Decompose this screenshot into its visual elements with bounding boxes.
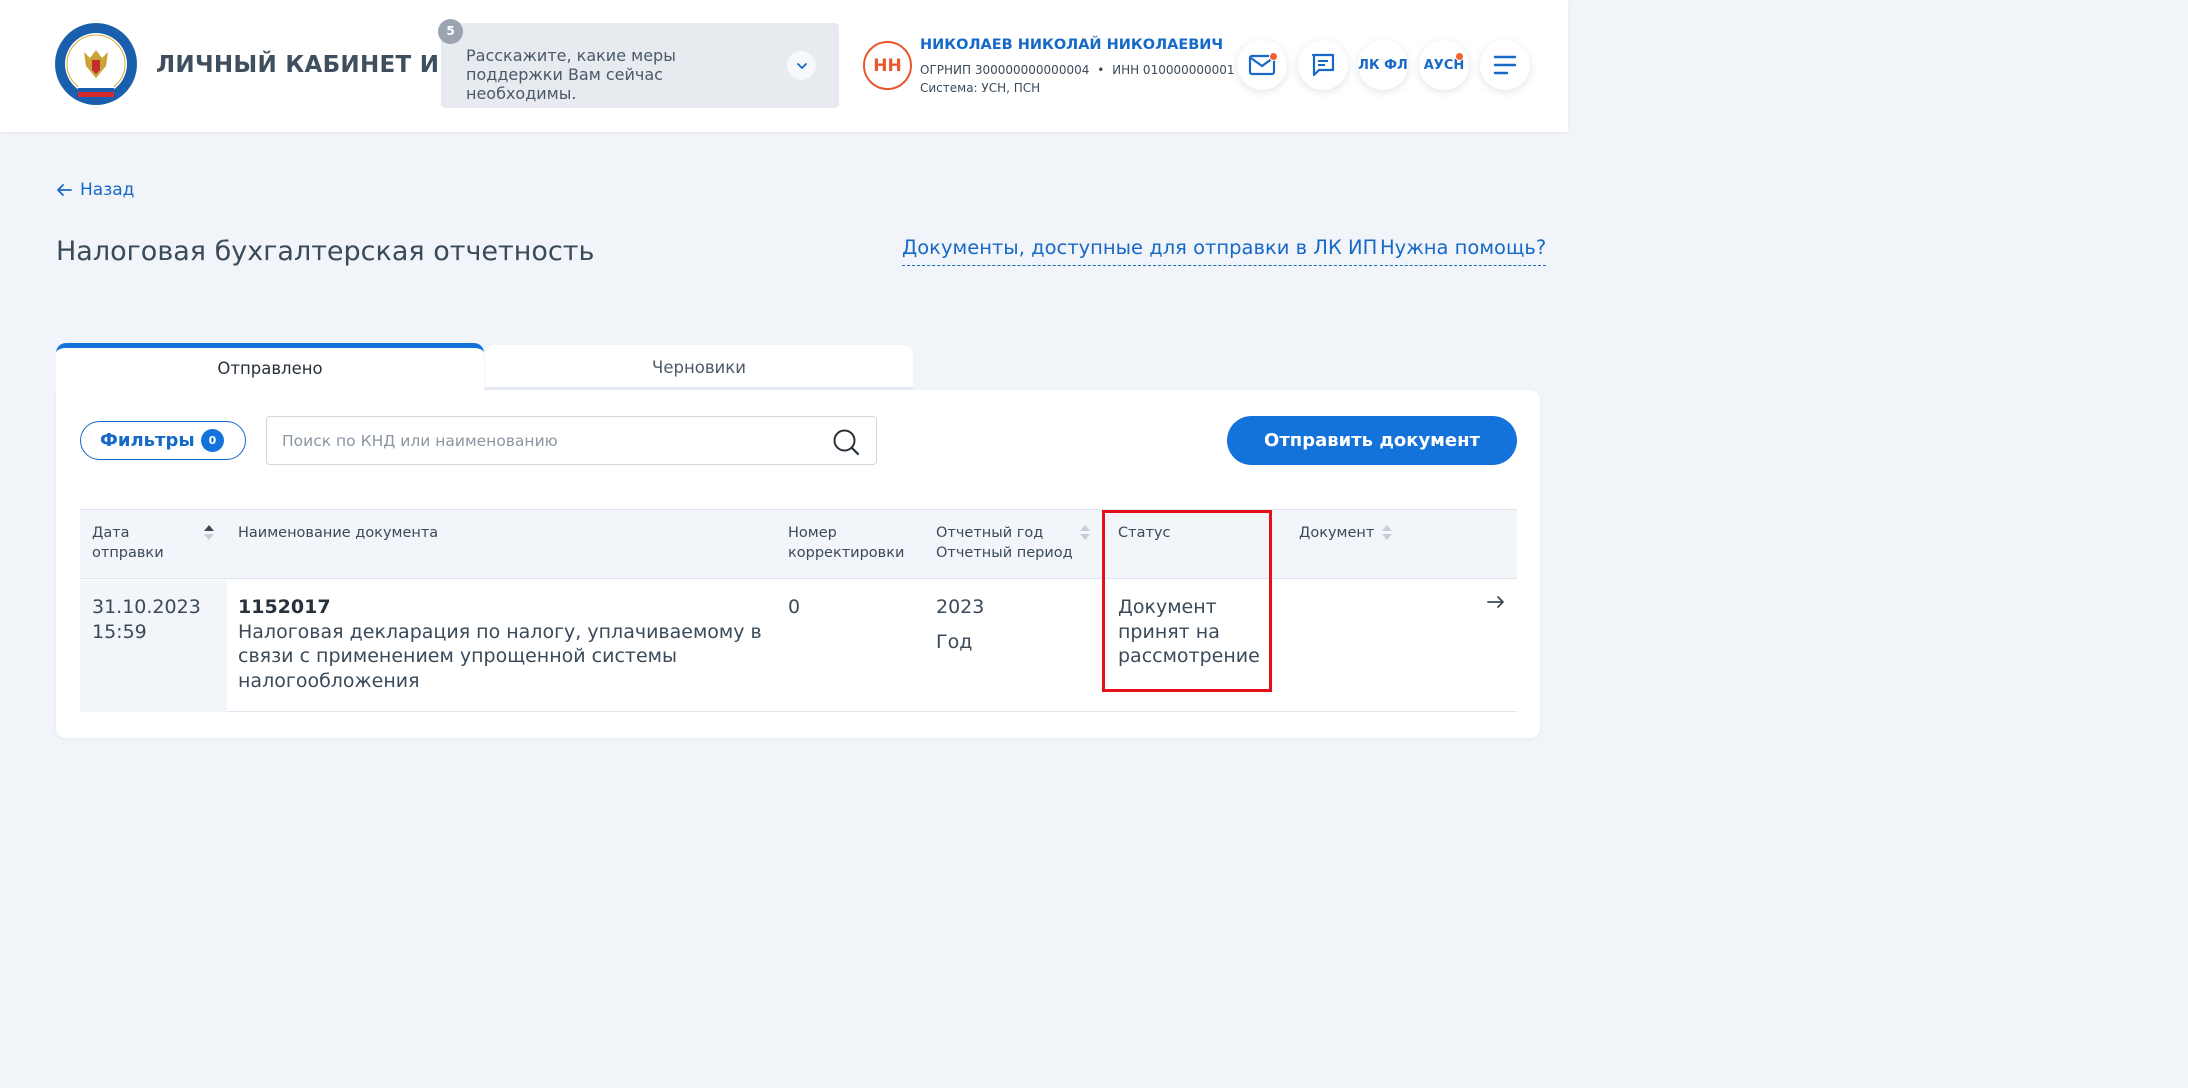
send-date-cell: 31.10.2023 15:59: [92, 595, 201, 644]
ausn-notification-dot: [1455, 52, 1464, 61]
menu-icon: [1493, 55, 1517, 75]
column-header-line: Дата: [92, 525, 130, 541]
column-header-correction-number: Номер корректировки: [788, 523, 904, 563]
tab-drafts[interactable]: Черновики: [485, 345, 913, 390]
column-header-line: Наименование документа: [238, 525, 439, 541]
document-name-line: связи с применением упрощенной системы: [238, 645, 677, 667]
filters-count-badge: 0: [201, 429, 224, 452]
send-date: 31.10.2023: [92, 596, 201, 618]
sort-document-icon[interactable]: [1382, 525, 1392, 543]
id-separator: •: [1097, 63, 1105, 77]
reporting-year: 2023: [936, 596, 985, 618]
status-cell: Документ принят на рассмотрение: [1118, 595, 1260, 669]
search-input[interactable]: [282, 429, 822, 453]
send-time: 15:59: [92, 620, 147, 643]
reporting-period-cell: 2023 Год: [936, 595, 984, 654]
chat-icon: [1311, 53, 1335, 77]
document-name-line: налогообложения: [238, 669, 420, 692]
ausn-button[interactable]: АУСН: [1419, 40, 1469, 90]
survey-counter-badge: 5: [438, 19, 463, 44]
document-name-cell: 1152017 Налоговая декларация по налогу, …: [238, 595, 762, 693]
column-header-send-date[interactable]: Дата отправки: [92, 523, 164, 563]
mail-button[interactable]: [1237, 40, 1287, 90]
status-line: Документ: [1118, 596, 1217, 618]
filters-button[interactable]: Фильтры 0: [80, 421, 246, 460]
search-icon[interactable]: [832, 428, 860, 456]
messages-button[interactable]: [1298, 40, 1348, 90]
column-header-status: Статус: [1118, 523, 1170, 543]
search-box: [266, 416, 877, 465]
column-header-line: Документ: [1299, 525, 1375, 541]
fns-emblem-logo[interactable]: [54, 22, 138, 106]
user-name[interactable]: НИКОЛАЕВ НИКОЛАЙ НИКОЛАЕВИЧ: [920, 37, 1223, 53]
correction-number-cell: 0: [788, 596, 801, 618]
column-header-document[interactable]: Документ: [1299, 523, 1374, 543]
need-help-link[interactable]: Нужна помощь?: [1380, 236, 1547, 266]
tab-sent[interactable]: Отправлено: [56, 343, 484, 393]
status-line: принят на: [1118, 620, 1220, 643]
knd-code: 1152017: [238, 596, 331, 618]
reporting-period: Год: [936, 630, 973, 653]
survey-text: Расскажите, какие меры поддержки Вам сей…: [466, 46, 676, 103]
page-title: Налоговая бухгалтерская отчетность: [56, 236, 595, 267]
back-label: Назад: [80, 180, 135, 200]
mail-notification-dot: [1269, 52, 1278, 61]
lk-fl-label: ЛК ФЛ: [1358, 57, 1408, 73]
inn-value: ИНН 010000000001: [1112, 63, 1235, 77]
app-title: ЛИЧНЫЙ КАБИНЕТ ИП: [156, 52, 459, 78]
user-identifiers: ОГРНИП 300000000000004 • ИНН 01000000000…: [920, 63, 1235, 77]
column-header-line: отправки: [92, 545, 164, 561]
column-header-line: Отчетный период: [936, 545, 1073, 561]
sort-date-icon[interactable]: [204, 525, 214, 543]
tax-system: Система: УСН, ПСН: [920, 81, 1041, 95]
filters-label: Фильтры: [100, 430, 195, 451]
document-name-line: Налоговая декларация по налогу, уплачива…: [238, 620, 762, 643]
sort-period-icon[interactable]: [1080, 525, 1090, 543]
arrow-left-icon: [57, 184, 72, 196]
column-header-line: Статус: [1118, 525, 1171, 541]
survey-expand-button[interactable]: [787, 51, 816, 80]
status-line: рассмотрение: [1118, 645, 1260, 667]
ogrnip-value: ОГРНИП 300000000000004: [920, 63, 1090, 77]
back-link[interactable]: Назад: [56, 180, 134, 200]
user-avatar[interactable]: НН: [863, 41, 912, 90]
send-document-button[interactable]: Отправить документ: [1227, 416, 1517, 465]
available-documents-link[interactable]: Документы, доступные для отправки в ЛК И…: [902, 236, 1378, 266]
column-header-reporting-period[interactable]: Отчетный год Отчетный период: [936, 523, 1073, 563]
lk-fl-button[interactable]: ЛК ФЛ: [1358, 40, 1408, 90]
column-header-line: корректировки: [788, 545, 905, 561]
arrow-right-icon[interactable]: [1486, 592, 1506, 612]
column-header-line: Отчетный год: [936, 525, 1044, 541]
chevron-down-icon: [796, 62, 807, 69]
main-menu-button[interactable]: [1480, 40, 1530, 90]
column-header-line: Номер: [788, 525, 837, 541]
column-header-document-name: Наименование документа: [238, 523, 438, 543]
